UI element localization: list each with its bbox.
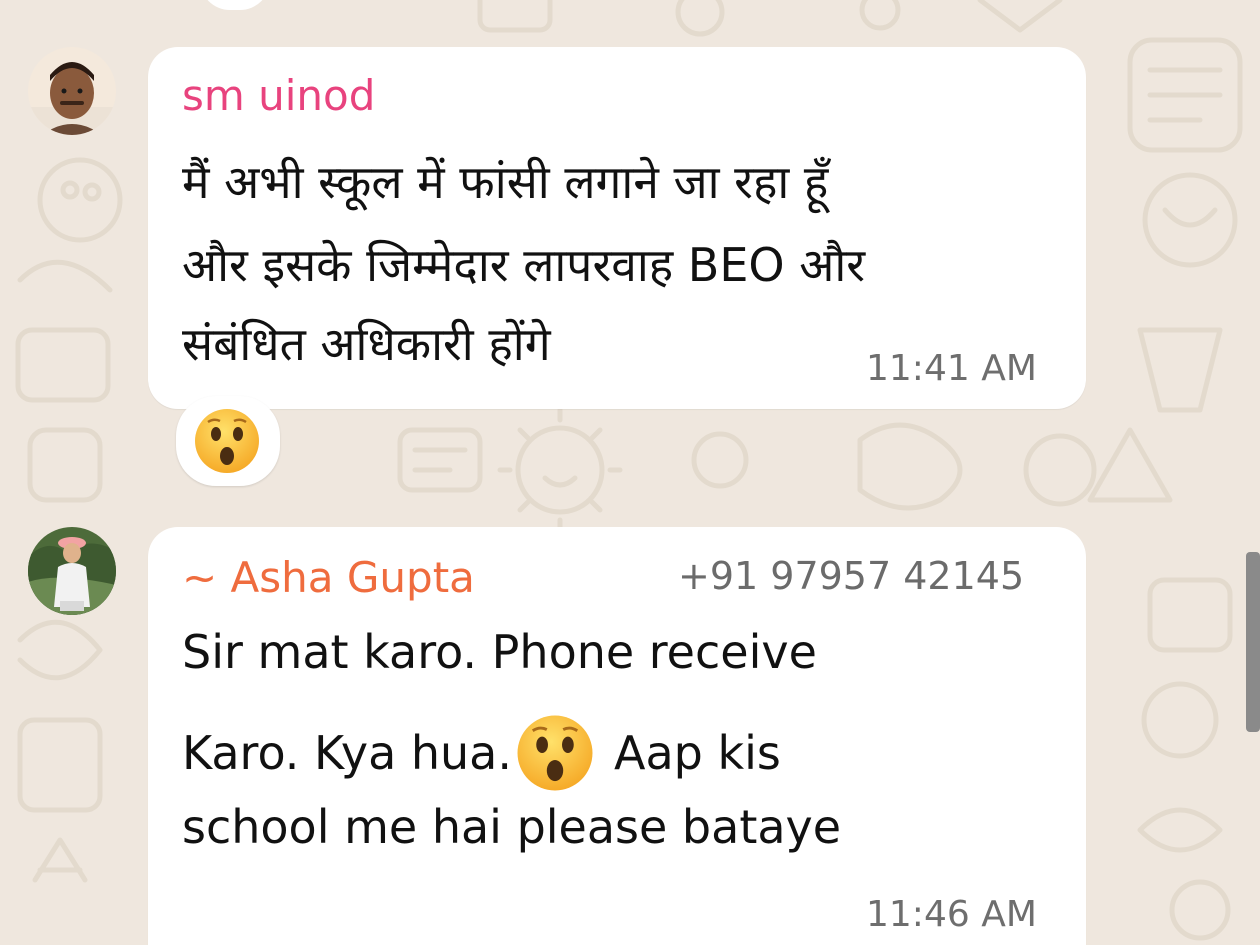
message-text-line: school me hai please bataye	[182, 800, 842, 854]
message-text-segment: Karo. Kya hua.	[182, 726, 512, 780]
avatar-asha-gupta[interactable]	[28, 527, 116, 615]
astonished-face-emoji	[195, 409, 259, 473]
message-text-line: मैं अभी स्कूल में फांसी लगाने जा रहा हूँ	[182, 155, 829, 209]
avatar-sm-uinod[interactable]	[28, 47, 116, 135]
message-bubble-2[interactable]: ~ Asha Gupta +91 97957 42145 Sir mat kar…	[148, 527, 1086, 945]
scrollbar-thumb[interactable]	[1246, 552, 1260, 732]
message-text-line-with-emoji: Karo. Kya hua. Aap kis	[182, 712, 781, 794]
sender-name[interactable]: ~ Asha Gupta	[182, 553, 475, 603]
message-text-segment: Aap kis	[614, 726, 781, 780]
message-text-line: और इसके जिम्मेदार लापरवाह BEO और	[182, 238, 866, 292]
message-text-line: संबंधित अधिकारी होंगे	[182, 317, 551, 371]
astonished-face-emoji	[517, 715, 593, 791]
message-text-line: Sir mat karo. Phone receive	[182, 625, 817, 679]
reaction-pill[interactable]	[176, 396, 280, 486]
sender-phone-number[interactable]: +91 97957 42145	[678, 551, 1024, 601]
sender-name[interactable]: sm uinod	[182, 71, 375, 121]
message-timestamp: 11:46 AM	[866, 894, 1037, 935]
message-timestamp: 11:41 AM	[866, 348, 1037, 389]
message-bubble-1[interactable]: sm uinod मैं अभी स्कूल में फांसी लगाने ज…	[148, 47, 1086, 409]
